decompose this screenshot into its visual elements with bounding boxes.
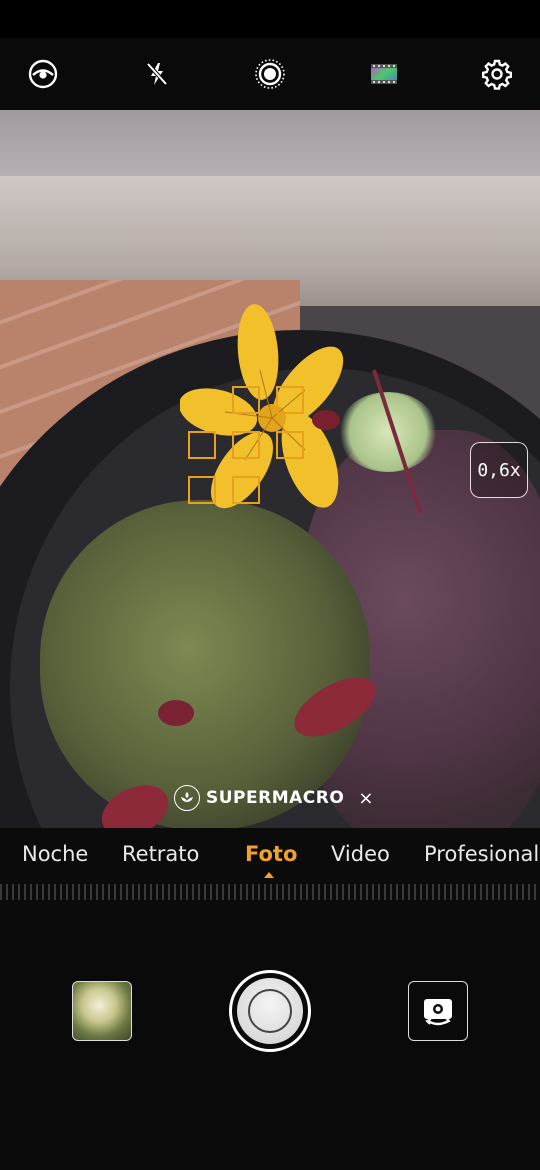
focus-box [188,431,216,459]
shutter-inner [237,978,303,1044]
mode-foto[interactable]: Foto [245,842,297,866]
focus-box [232,431,260,459]
switch-camera-button[interactable] [408,981,468,1041]
focus-box [188,476,216,504]
ai-eye-icon[interactable] [26,57,60,91]
mode-video[interactable]: Video [331,842,390,866]
supermacro-label: SUPERMACRO [206,788,345,808]
camera-screen: 0,6x SUPERMACRO × Noche Retrato Foto Vid… [0,0,540,1170]
gallery-thumbnail[interactable] [72,981,132,1041]
flower-macro-icon [174,785,200,811]
focus-box [232,386,260,414]
aperture-icon[interactable] [253,57,287,91]
mode-noche[interactable]: Noche [22,842,88,866]
yellow-flower [180,304,344,509]
close-icon[interactable]: × [358,788,374,809]
zoom-level-button[interactable]: 0,6x [470,442,528,498]
focus-box [276,386,304,414]
shutter-button[interactable] [229,970,311,1052]
top-toolbar [0,38,540,110]
mode-retrato[interactable]: Retrato [122,842,199,866]
mode-ruler [0,882,540,904]
ruler-ticks [0,884,540,900]
switch-camera-icon [424,999,452,1026]
flash-off-icon[interactable] [140,57,174,91]
background-wall [0,110,540,180]
focus-box [276,431,304,459]
moss-clump [40,500,370,828]
gear-icon[interactable] [480,57,514,91]
zoom-level-label: 0,6x [477,459,521,481]
camera-viewfinder[interactable] [0,110,540,828]
supermacro-indicator: SUPERMACRO × [174,783,374,813]
shutter-ring [248,989,292,1033]
focus-box [232,476,260,504]
active-mode-caret [264,872,274,878]
flower-bud [158,700,194,726]
filter-icon[interactable] [367,57,401,91]
status-bar [0,0,540,38]
mode-profesional[interactable]: Profesional [424,842,539,866]
